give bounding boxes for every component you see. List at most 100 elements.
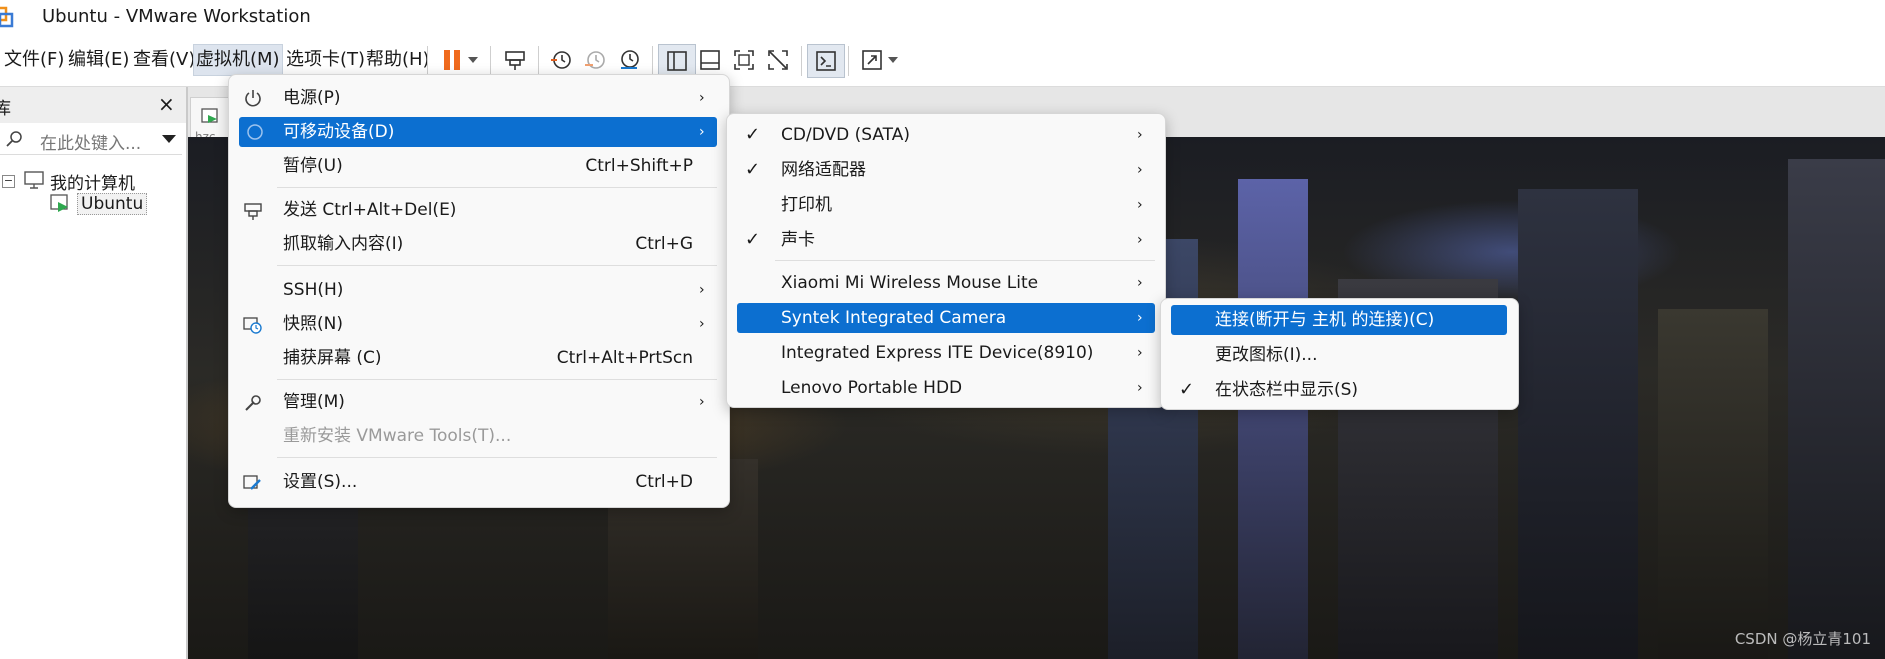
unity-button[interactable] [760, 44, 796, 76]
close-icon[interactable]: × [158, 92, 175, 116]
watermark: CSDN @杨立青101 [1734, 630, 1871, 648]
menu-item-removable-devices[interactable]: 可移动设备(D) › [239, 117, 717, 147]
vmware-logo-icon [0, 6, 14, 28]
search-icon [6, 131, 22, 147]
menu-item-manage[interactable]: 管理(M) › [239, 387, 717, 417]
vm-tab[interactable]: hzc [190, 97, 232, 144]
menu-item-cd-dvd[interactable]: ✓ CD/DVD (SATA) › [737, 120, 1155, 150]
toolbar-divider [801, 46, 802, 76]
menu-item-snapshot[interactable]: 快照(N) › [239, 309, 717, 339]
tree-item-ubuntu[interactable]: Ubuntu [77, 193, 148, 215]
stretch-icon [862, 50, 882, 70]
menu-item-label: 电源(P) [283, 88, 341, 108]
menu-item-settings[interactable]: 设置(S)... Ctrl+D [239, 467, 717, 497]
menu-item-label: Xiaomi Mi Wireless Mouse Lite [781, 273, 1039, 293]
snapshot-manager-icon [621, 50, 639, 69]
menu-item-xiaomi-mouse[interactable]: Xiaomi Mi Wireless Mouse Lite › [737, 268, 1155, 298]
library-header: 库 × [0, 87, 186, 123]
thumbnail-bar-icon [700, 50, 720, 70]
chevron-right-icon: › [1137, 310, 1143, 326]
menu-vm[interactable]: 虚拟机(M) [193, 44, 283, 76]
chevron-right-icon: › [699, 316, 705, 332]
menu-item-label: SSH(H) [283, 280, 344, 300]
menu-item-label: CD/DVD (SATA) [781, 125, 910, 145]
chevron-right-icon: › [1137, 127, 1143, 143]
removable-devices-submenu: ✓ CD/DVD (SATA) › ✓ 网络适配器 › 打印机 › ✓ 声卡 ›… [726, 113, 1166, 408]
show-library-button[interactable] [658, 44, 696, 78]
menu-item-send-ctrl-alt-del[interactable]: 发送 Ctrl+Alt+Del(E) [239, 195, 717, 225]
skyline-building [1518, 189, 1638, 659]
menu-item-label: Lenovo Portable HDD [781, 378, 963, 398]
chevron-down-icon[interactable] [162, 135, 176, 143]
menu-item-label: 设置(S)... [283, 472, 358, 492]
menu-item-printer[interactable]: 打印机 › [737, 190, 1155, 220]
menu-item-lenovo-hdd[interactable]: Lenovo Portable HDD › [737, 373, 1155, 403]
menu-view[interactable]: 查看(V) [131, 45, 197, 75]
library-panel: 库 × 在此处键入... − 我的计算机 Ubuntu [0, 87, 188, 659]
tree-item-my-computer[interactable]: 我的计算机 [50, 169, 135, 194]
menu-item-grab-input[interactable]: 抓取输入内容(I) Ctrl+G [239, 229, 717, 259]
computer-icon [24, 171, 44, 189]
toolbar-divider [427, 46, 428, 76]
checkmark-icon: ✓ [745, 229, 761, 250]
thumbnail-bar-button[interactable] [692, 44, 728, 76]
library-search[interactable]: 在此处键入... [0, 124, 182, 155]
menu-item-connect-camera[interactable]: 连接(断开与 主机 的连接)(C) [1171, 305, 1507, 335]
menu-item-shortcut: Ctrl+G [635, 234, 693, 254]
menu-item-syntek-camera[interactable]: Syntek Integrated Camera › [737, 303, 1155, 333]
menu-item-network-adapter[interactable]: ✓ 网络适配器 › [737, 155, 1155, 185]
menu-divider [277, 265, 717, 266]
send-ctrl-alt-del-button[interactable] [497, 44, 533, 76]
menu-edit[interactable]: 编辑(E) [66, 45, 131, 75]
chevron-right-icon: › [1137, 275, 1143, 291]
menu-item-label: Integrated Express ITE Device(8910) [781, 343, 1094, 363]
menu-item-label: 更改图标(I)... [1215, 345, 1318, 365]
menu-tabs[interactable]: 选项卡(T) [284, 45, 367, 75]
menu-file[interactable]: 文件(F) [2, 45, 66, 75]
revert-snapshot-button[interactable] [577, 44, 613, 76]
dropdown-arrow-icon [468, 57, 478, 63]
title-bar: Ubuntu - VMware Workstation [0, 0, 1885, 34]
menu-item-capture-screen[interactable]: 捕获屏幕 (C) Ctrl+Alt+PrtScn [239, 343, 717, 373]
menu-item-label: 暂停(U) [283, 156, 343, 176]
toolbar-divider [538, 46, 539, 76]
stretch-dropdown-button[interactable] [882, 44, 904, 76]
chevron-right-icon: › [699, 90, 705, 106]
checkmark-icon: ✓ [1179, 379, 1195, 400]
menu-item-label: 网络适配器 [781, 160, 866, 180]
chevron-right-icon: › [1137, 162, 1143, 178]
menu-item-show-in-status-bar[interactable]: ✓ 在状态栏中显示(S) [1171, 375, 1507, 405]
dropdown-arrow-icon [888, 57, 898, 63]
toolbar-divider [848, 46, 849, 76]
take-snapshot-button[interactable] [543, 44, 579, 76]
console-view-button[interactable] [807, 44, 845, 78]
chevron-right-icon: › [1137, 232, 1143, 248]
chevron-right-icon: › [1137, 345, 1143, 361]
tree-collapse-toggle[interactable]: − [2, 175, 15, 188]
vm-running-icon [201, 108, 218, 123]
search-input[interactable]: 在此处键入... [40, 129, 141, 154]
removable-devices-icon [247, 124, 263, 140]
pause-dropdown-button[interactable] [462, 44, 484, 76]
menu-item-sound-card[interactable]: ✓ 声卡 › [737, 225, 1155, 255]
menu-item-power[interactable]: 电源(P) › [239, 83, 717, 113]
window-title: Ubuntu - VMware Workstation [42, 6, 311, 27]
menu-item-pause[interactable]: 暂停(U) Ctrl+Shift+P [239, 151, 717, 181]
menu-help[interactable]: 帮助(H) [364, 45, 432, 75]
menu-divider [277, 379, 717, 380]
skyline-building [1788, 159, 1885, 659]
menu-item-shortcut: Ctrl+Alt+PrtScn [556, 348, 693, 368]
chevron-right-icon: › [1137, 380, 1143, 396]
menu-item-label: 捕获屏幕 (C) [283, 348, 382, 368]
menu-item-label: 发送 Ctrl+Alt+Del(E) [283, 200, 457, 220]
menu-item-ssh[interactable]: SSH(H) › [239, 275, 717, 305]
fullscreen-button[interactable] [726, 44, 762, 76]
snapshot-revert-icon [585, 51, 605, 69]
snapshot-manager-button[interactable] [611, 44, 647, 76]
menu-divider [277, 457, 717, 458]
pause-icon [444, 50, 460, 70]
menu-item-change-icon[interactable]: 更改图标(I)... [1171, 340, 1507, 370]
snapshot-take-icon [551, 51, 571, 69]
send-ctrl-alt-del-icon [505, 51, 525, 70]
menu-item-ite-device[interactable]: Integrated Express ITE Device(8910) › [737, 338, 1155, 368]
